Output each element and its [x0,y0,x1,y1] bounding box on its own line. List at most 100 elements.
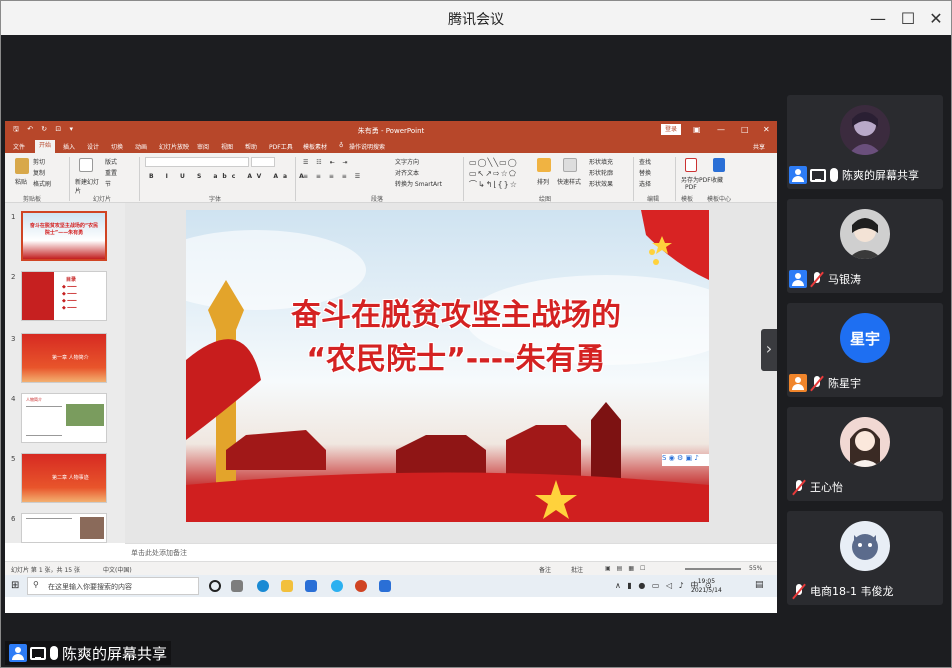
slide-thumbnails-pane: 1 奋斗在脱贫攻坚主战场的“农民院士”——朱有勇 2 目录 ◆ ━━━ ◆ ━━━… [5,203,125,543]
thumbnail-number: 3 [11,335,16,343]
thumbnail-caption: 第一章 人物简介 [52,355,89,361]
paste-button[interactable]: 粘贴 [15,177,27,186]
tab-transitions[interactable]: 切换 [111,142,123,151]
share-button[interactable]: 共享 [753,142,765,151]
taskbar-clock[interactable]: 19:05 2021/5/14 [691,577,722,595]
collect-button[interactable]: 收藏 [711,175,723,184]
thumbnail-slide-3[interactable]: 第一章 人物简介 [21,333,107,383]
avatar: 星宇 [840,313,890,363]
arrange-button[interactable]: 排列 [537,177,549,186]
host-icon [789,374,807,392]
ppt-close-icon[interactable]: ✕ [763,125,770,134]
ppt-maximize-icon[interactable]: □ [741,125,749,134]
align-text-button[interactable]: 对齐文本 [395,168,419,177]
ime-toolbar[interactable]: S ◉ ⚙ ▣ ♪ [662,454,709,466]
search-icon[interactable]: ♁ [339,142,343,149]
new-slide-icon[interactable] [79,158,93,172]
task-view-icon[interactable] [231,580,243,592]
tab-help[interactable]: 帮助 [245,142,257,151]
reset-button[interactable]: 重置 [105,168,117,177]
cortana-icon[interactable] [209,580,221,592]
shape-fill-button[interactable]: 形状填充 [589,157,613,166]
mail-icon[interactable] [305,580,317,592]
list-buttons[interactable]: ☰ ☷ ⇤ ⇥ [303,159,351,166]
minimize-button[interactable]: — [863,5,893,31]
notes-toggle[interactable]: 备注 [539,565,551,574]
tab-home[interactable]: 开始 [35,140,56,153]
layout-button[interactable]: 版式 [105,157,117,166]
taskbar-search[interactable]: 在这里输入你要搜索的内容 [27,577,199,595]
participant-tile[interactable]: 马银涛 [787,199,943,293]
notification-icon[interactable]: ▤ [755,580,764,590]
thumbnail-slide-6[interactable] [21,513,107,543]
paste-icon[interactable] [15,158,29,174]
find-button[interactable]: 查找 [639,157,651,166]
font-size-select[interactable] [251,157,275,167]
ribbon-divider [633,157,634,201]
copy-button[interactable]: 复制 [33,168,45,177]
quick-styles-icon[interactable] [563,158,577,172]
select-button[interactable]: 选择 [639,179,651,188]
tab-file[interactable]: 文件 [13,142,25,151]
participant-tile[interactable]: 星宇 陈星宇 [787,303,943,397]
tab-review[interactable]: 审阅 [197,142,209,151]
view-buttons[interactable]: ▣▤▦☐ [605,565,651,572]
tab-pdf-tools[interactable]: PDF工具 [269,142,293,151]
thumbnail-slide-5[interactable]: 第二章 人物事迹 [21,453,107,503]
convert-smartart-button[interactable]: 转换为 SmartArt [395,179,442,188]
ribbon-display-icon[interactable]: ▣ [693,125,701,134]
thumbnail-caption: 奋斗在脱贫攻坚主战场的“农民院士”——朱有勇 [29,223,99,236]
collect-icon[interactable] [713,158,725,172]
new-slide-button[interactable]: 新建幻灯片 [75,177,103,195]
next-page-arrow[interactable]: › [761,329,777,371]
format-painter-button[interactable]: 格式刷 [33,179,51,188]
powerpoint-icon[interactable] [355,580,367,592]
save-pdf-button[interactable]: 另存为PDF [681,175,711,184]
share-label-text: 陈爽的屏幕共享 [62,644,168,663]
font-family-select[interactable] [145,157,249,167]
shape-effects-button[interactable]: 形状效果 [589,179,613,188]
tab-animations[interactable]: 动画 [135,142,147,151]
participant-tile[interactable]: 电商18-1 韦俊龙 [787,511,943,605]
align-buttons[interactable]: ≡ ≡ ≡ ≡ ☰ [303,173,363,180]
close-button[interactable]: ✕ [921,5,951,31]
shapes-gallery[interactable]: ▭◯╲╲▭◯ ▭↖↗⇨☆⬠ ⌒↳↰⌊{}☆ [469,157,525,191]
arrange-icon[interactable] [537,158,551,172]
comments-toggle[interactable]: 批注 [571,565,583,574]
tab-templates[interactable]: 模板素材 [303,142,327,151]
windows-start-icon[interactable]: ⊞ [11,580,19,591]
tab-slideshow[interactable]: 幻灯片放映 [159,142,189,151]
section-button[interactable]: 节 [105,179,111,188]
current-slide[interactable]: 奋斗在脱贫攻坚主战场的 “农民院士”----朱有勇 S ◉ ⚙ ▣ ♪ [186,210,709,522]
ppt-minimize-icon[interactable]: — [717,125,725,134]
windows-taskbar: ⊞ 在这里输入你要搜索的内容 ⚲ ∧ ▮ ● ▭ ◁ ♪ 中 ⊙ 19:05 2… [5,575,777,597]
notes-pane[interactable]: 单击此处添加备注 [125,543,777,561]
quick-styles-button[interactable]: 快速样式 [557,177,581,186]
ppt-signin-button[interactable]: 登录 [661,124,681,135]
photos-icon[interactable] [379,580,391,592]
participant-tile[interactable]: 陈爽的屏幕共享 [787,95,943,189]
tell-me-search[interactable]: 操作说明搜索 [349,142,385,151]
shape-outline-button[interactable]: 形状轮廓 [589,168,613,177]
thumbnail-slide-1[interactable]: 奋斗在脱贫攻坚主战场的“农民院士”——朱有勇 [21,211,107,261]
browser-icon[interactable] [331,580,343,592]
thumbnail-slide-4[interactable]: 人物简介 [21,393,107,443]
maximize-button[interactable]: ☐ [893,5,923,31]
file-explorer-icon[interactable] [281,580,293,592]
tab-insert[interactable]: 插入 [63,142,75,151]
tab-design[interactable]: 设计 [87,142,99,151]
pdf-icon[interactable] [685,158,697,172]
replace-button[interactable]: 替换 [639,168,651,177]
thumbnail-slide-2[interactable]: 目录 ◆ ━━━ ◆ ━━━ ◆ ━━━ ◆ ━━━ [21,271,107,321]
tab-view[interactable]: 视图 [221,142,233,151]
participant-name: 电商18-1 韦俊龙 [810,585,894,598]
participant-tile[interactable]: 王心怡 [787,407,943,501]
edge-icon[interactable] [257,580,269,592]
screen-share-icon [810,168,826,182]
font-format-buttons[interactable]: B I U S abc AV Aa A [149,173,309,180]
zoom-slider[interactable] [685,568,741,570]
zoom-level[interactable]: 55% [749,565,762,572]
cut-button[interactable]: 剪切 [33,157,45,166]
text-direction-button[interactable]: 文字方向 [395,157,419,166]
mic-muted-icon [810,271,824,287]
